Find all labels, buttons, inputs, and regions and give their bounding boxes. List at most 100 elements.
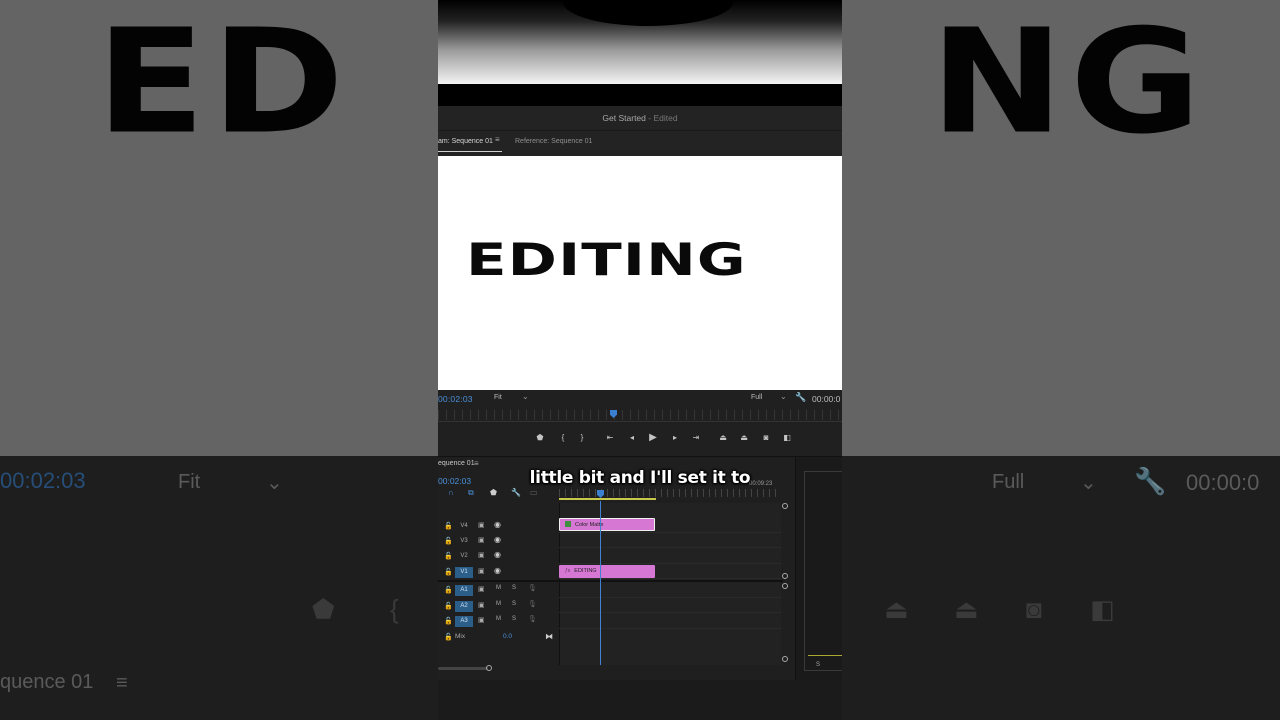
track-name[interactable]: V3 — [455, 536, 473, 547]
add-marker-icon[interactable]: ⬟ — [490, 488, 497, 497]
resolution-select[interactable]: Full — [751, 394, 762, 401]
chevron-down-icon[interactable]: ⌄ — [780, 392, 787, 401]
track-header-a2: 🔓 A2 ▣ M S 🎙 — [438, 599, 559, 614]
tab-program-monitor[interactable]: am: Sequence 01 — [438, 136, 502, 152]
lock-icon[interactable]: 🔓 — [444, 617, 453, 625]
lock-icon[interactable]: 🔓 — [444, 602, 453, 610]
step-back-icon[interactable]: ◂ — [624, 430, 640, 446]
clip-label: EDITING — [574, 568, 597, 574]
eye-icon[interactable]: ◉ — [494, 535, 501, 544]
lock-icon[interactable]: 🔓 — [444, 568, 453, 576]
track-name[interactable]: A3 — [455, 616, 473, 627]
playhead-timecode[interactable]: 00:02:03 — [438, 394, 473, 404]
timeline-sequence-title[interactable]: equence 01 — [438, 460, 475, 467]
track-header-a1: 🔓 A1 ▣ M S 🎙 — [438, 583, 559, 598]
track-name[interactable]: V2 — [455, 551, 473, 562]
captions-icon[interactable]: ▭ — [530, 488, 538, 497]
video-title-text: EDITING — [466, 234, 747, 286]
bottom-strip — [438, 680, 842, 720]
eye-icon[interactable]: ◉ — [494, 566, 501, 575]
scroll-track[interactable] — [438, 667, 488, 670]
sync-lock-icon[interactable]: ▣ — [478, 567, 485, 575]
work-area-bar[interactable] — [559, 498, 656, 500]
track-row-v3[interactable] — [559, 533, 781, 548]
mark-in-icon[interactable]: { — [555, 430, 571, 446]
wrench-icon[interactable]: 🔧 — [795, 392, 806, 403]
program-monitor-video[interactable]: EDITING — [438, 156, 842, 390]
microphone-icon[interactable]: 🎙 — [528, 600, 537, 608]
active-tab-underline — [438, 151, 502, 152]
comparison-view-icon[interactable]: ◧ — [779, 430, 795, 446]
track-name[interactable]: A2 — [455, 601, 473, 612]
mark-out-icon[interactable]: } — [574, 430, 590, 446]
sync-lock-icon[interactable]: ▣ — [478, 601, 485, 609]
eye-icon[interactable]: ◉ — [494, 550, 501, 559]
lock-icon[interactable]: 🔓 — [444, 522, 453, 530]
mute-button[interactable]: M — [496, 616, 501, 622]
mute-button[interactable]: M — [496, 585, 501, 591]
eye-icon[interactable]: ◉ — [494, 520, 501, 529]
snap-magnet-icon[interactable]: ∩ — [448, 488, 454, 497]
track-row-a1[interactable] — [559, 583, 781, 598]
track-name[interactable]: V1 — [455, 567, 473, 578]
lift-icon[interactable]: ⏏ — [715, 430, 731, 446]
timeline-menu-icon[interactable]: ≡ — [474, 459, 479, 468]
step-forward-icon[interactable]: ▸ — [667, 430, 683, 446]
lock-icon[interactable]: 🔓 — [444, 537, 453, 545]
wrench-icon[interactable]: 🔧 — [511, 488, 521, 497]
monitor-ruler-line — [438, 421, 842, 422]
export-frame-camera-icon[interactable]: ◙ — [758, 430, 774, 446]
zoom-fit-select[interactable]: Fit — [494, 394, 502, 401]
meter-solo-label[interactable]: S — [816, 662, 820, 668]
video-audio-divider[interactable] — [438, 580, 783, 582]
linked-selection-icon[interactable]: ⧉ — [468, 488, 474, 498]
solo-button[interactable]: S — [512, 585, 516, 591]
scroll-knob[interactable] — [782, 656, 788, 662]
microphone-icon[interactable]: 🎙 — [528, 615, 537, 623]
sync-lock-icon[interactable]: ▣ — [478, 521, 485, 529]
lock-icon[interactable]: 🔓 — [444, 633, 453, 641]
add-marker-icon[interactable]: ⬟ — [532, 430, 548, 446]
video-caption: little bit and I'll set it to — [529, 468, 751, 488]
track-name[interactable]: V4 — [455, 521, 473, 532]
video-panel: Get Started - Edited am: Sequence 01 ≡ R… — [438, 0, 842, 720]
go-to-out-icon[interactable]: ⇥ — [688, 430, 704, 446]
tab-reference-monitor[interactable]: Reference: Sequence 01 — [515, 136, 592, 148]
sync-lock-icon[interactable]: ▣ — [478, 616, 485, 624]
monitor-time-ruler[interactable] — [438, 410, 842, 420]
timeline-panel: equence 01 ≡ 00:02:03 ∩ ⧉ ⬟ 🔧 ▭ 00:09:23… — [438, 456, 842, 681]
tab-menu-icon[interactable]: ≡ — [495, 135, 500, 144]
solo-button[interactable]: S — [512, 616, 516, 622]
microphone-icon[interactable]: 🎙 — [528, 584, 537, 592]
go-to-in-icon[interactable]: ⇤ — [602, 430, 618, 446]
jump-to-end-icon[interactable]: ⧓ — [545, 632, 553, 641]
track-header-a3: 🔓 A3 ▣ M S 🎙 — [438, 614, 559, 629]
chevron-down-icon[interactable]: ⌄ — [522, 392, 529, 401]
timeline-playhead-line[interactable] — [600, 501, 601, 665]
scroll-knob[interactable] — [782, 503, 788, 509]
clip-color-matte[interactable]: Color Matte — [559, 518, 655, 531]
mute-button[interactable]: M — [496, 601, 501, 607]
clip-editing[interactable]: ƒx EDITING — [559, 565, 655, 578]
sync-lock-icon[interactable]: ▣ — [478, 585, 485, 593]
track-row-a2[interactable] — [559, 598, 781, 613]
track-row-a3[interactable] — [559, 614, 781, 629]
play-icon[interactable]: ▶ — [645, 430, 661, 446]
vertical-scrollbar[interactable] — [782, 501, 788, 663]
track-row-v2[interactable] — [559, 549, 781, 564]
sync-lock-icon[interactable]: ▣ — [478, 536, 485, 544]
lock-icon[interactable]: 🔓 — [444, 552, 453, 560]
scroll-knob[interactable] — [486, 665, 492, 671]
sync-lock-icon[interactable]: ▣ — [478, 551, 485, 559]
horizontal-scrollbar[interactable] — [438, 665, 492, 671]
solo-button[interactable]: S — [512, 601, 516, 607]
track-name[interactable]: A1 — [455, 585, 473, 596]
ruler-ticks — [559, 489, 779, 497]
extract-icon[interactable]: ⏏ — [736, 430, 752, 446]
scroll-knob[interactable] — [782, 573, 788, 579]
top-shape — [563, 0, 733, 26]
scroll-knob[interactable] — [782, 583, 788, 589]
mix-value[interactable]: 0.0 — [503, 633, 512, 640]
lock-icon[interactable]: 🔓 — [444, 586, 453, 594]
window-title-suffix: - Edited — [648, 113, 678, 123]
